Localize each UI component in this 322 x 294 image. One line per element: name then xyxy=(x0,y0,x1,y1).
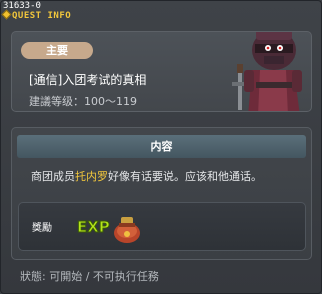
quest-type-badge: 主要 xyxy=(21,42,93,59)
content-text-after: 好像有话要说。应该和他通话。 xyxy=(108,170,262,183)
quest-id: 31633-0 xyxy=(3,1,41,11)
content-header: 内容 xyxy=(17,135,306,158)
reward-label: 獎勵 xyxy=(32,223,52,234)
reward-box: 獎勵 EXP xyxy=(18,202,306,251)
content-text-before: 商团成员 xyxy=(31,170,75,183)
window-title: QUEST INFO xyxy=(12,11,72,21)
reward-bag-icon[interactable] xyxy=(109,209,145,245)
quest-status: 狀態: 可開始 / 不可执行任務 xyxy=(20,270,159,283)
quest-level: 建議等级：100～119 xyxy=(29,95,137,108)
quest-info-window: 31633-0 QUEST INFO 主要 [通信]入团考试的真相 建議等级：1… xyxy=(0,0,322,294)
title-diamond-icon xyxy=(1,9,12,20)
exp-text: EXP xyxy=(77,218,110,236)
quest-content-panel: 内容 商团成员托内罗好像有话要说。应该和他通话。 獎勵 EXP xyxy=(11,127,312,260)
quest-summary-panel: 主要 [通信]入团考试的真相 建議等级：100～119 xyxy=(11,31,312,112)
npc-name-link[interactable]: 托内罗 xyxy=(75,170,108,183)
quest-name: [通信]入团考试的真相 xyxy=(29,73,147,87)
npc-portrait xyxy=(232,32,302,111)
content-text: 商团成员托内罗好像有话要说。应该和他通话。 xyxy=(31,168,301,184)
